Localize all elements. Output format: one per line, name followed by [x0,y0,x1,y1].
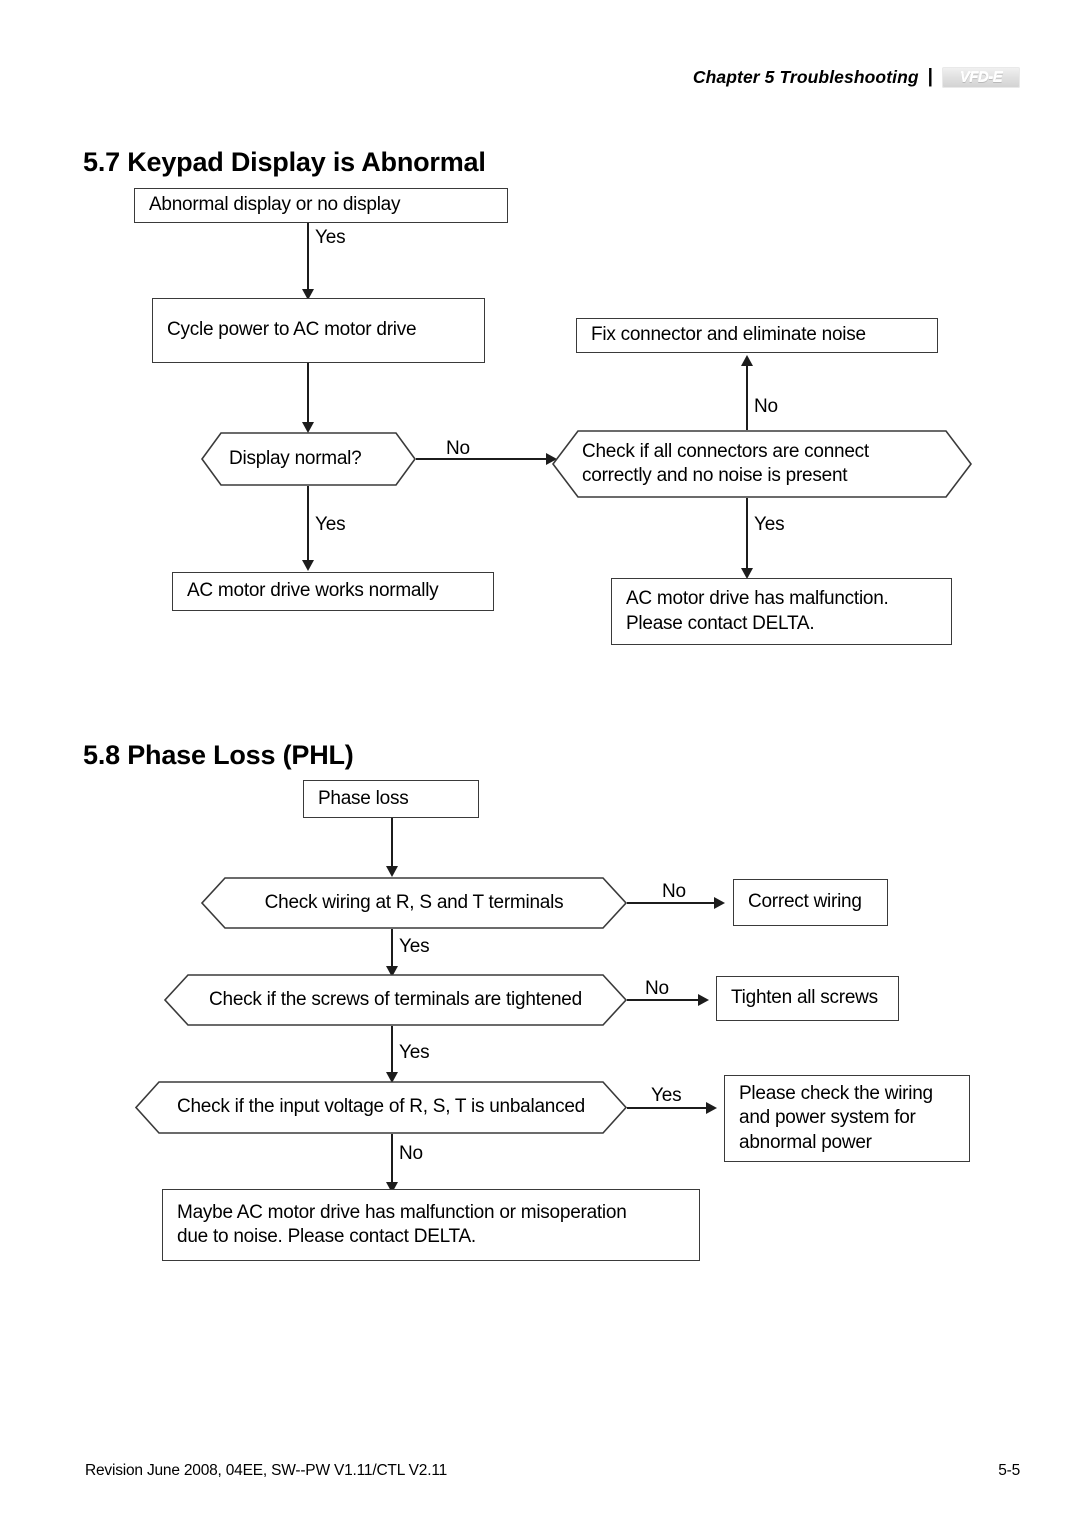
header-content: Chapter 5 Troubleshooting | VFD-E [693,66,1020,88]
edge-display-to-connectors [416,458,553,460]
edge-arrow-right [714,896,725,909]
node-check-connectors: Check if all connectors are connect corr… [552,430,972,498]
header-divider: | [927,66,933,87]
edge-voltage-to-maybe [391,1134,393,1189]
node-check-screws: Check if the screws of terminals are tig… [164,974,627,1026]
node-check-wiring: Check wiring at R, S and T terminals [201,877,627,929]
node-check-power-system: Please check the wiring and power system… [724,1075,970,1162]
node-label: Cycle power to AC motor drive [167,319,417,341]
edge-voltage-to-powersystem [627,1107,711,1109]
node-label: Phase loss [318,787,409,809]
edge-label-yes: Yes [315,514,346,535]
edge-arrow-right [698,993,709,1006]
node-label-line1: Please check the wiring [739,1083,933,1105]
edge-display-to-works [307,486,309,567]
edge-connectors-to-malfunction [746,498,748,575]
edge-connectors-to-fix [746,364,748,430]
node-label: AC motor drive has malfunction. Please c… [626,587,889,636]
node-display-normal: Display normal? [201,432,416,486]
edge-label-yes: Yes [754,514,785,535]
node-label: Check if the input voltage of R, S, T is… [177,1096,585,1118]
page-number: 5-5 [998,1462,1020,1479]
edge-label-no: No [446,438,470,459]
edge-label-no: No [754,396,778,417]
node-label: Tighten all screws [731,987,878,1009]
node-works-normally: AC motor drive works normally [172,572,494,611]
node-maybe-malfunction: Maybe AC motor drive has malfunction or … [162,1189,700,1261]
node-label: Check if the screws of terminals are tig… [209,988,582,1010]
node-label: AC motor drive works normally [187,580,439,602]
edge-abnormal-to-cycle [307,223,309,295]
node-has-malfunction: AC motor drive has malfunction. Please c… [611,578,952,645]
edge-arrow-down [385,866,398,877]
edge-label-yes: Yes [651,1085,682,1106]
edge-arrow-right [706,1101,717,1114]
edge-label-yes: Yes [399,1042,430,1063]
section-heading-5-8: 5.8 Phase Loss (PHL) [83,740,354,771]
edge-label-no: No [399,1143,423,1164]
section-heading-5-7: 5.7 Keypad Display is Abnormal [83,147,486,178]
node-phase-loss: Phase loss [303,780,479,818]
node-tighten-screws: Tighten all screws [716,976,899,1021]
edge-arrow-up [740,355,753,366]
node-label-line2: correctly and no noise is present [582,465,848,486]
edge-label-no: No [662,881,686,902]
revision-text: Revision June 2008, 04EE, SW--PW V1.11/C… [85,1462,448,1479]
page-header: Chapter 5 Troubleshooting | VFD-E [0,66,1080,100]
node-label: Check wiring at R, S and T terminals [264,891,564,913]
edge-arrow-down [301,560,314,571]
node-label: Check if all connectors are connect corr… [582,440,869,489]
node-label-line2: and power system for [739,1107,916,1129]
vfd-e-logo: VFD-E [942,66,1020,88]
node-label: Display normal? [229,447,362,469]
node-abnormal-display: Abnormal display or no display [134,188,508,223]
node-cycle-power: Cycle power to AC motor drive [152,298,485,363]
node-correct-wiring: Correct wiring [733,879,888,926]
node-label-line2: Please contact DELTA. [626,612,815,634]
node-label-line1: AC motor drive has malfunction. [626,588,889,610]
node-label: Correct wiring [748,891,862,913]
node-label-line1: Maybe AC motor drive has malfunction or … [177,1201,627,1223]
node-label: Maybe AC motor drive has malfunction or … [177,1201,627,1250]
edge-label-yes: Yes [399,936,430,957]
node-label-line1: Check if all connectors are connect [582,440,869,462]
node-label: Abnormal display or no display [149,194,401,216]
page-footer: Revision June 2008, 04EE, SW--PW V1.11/C… [0,1462,1080,1486]
edge-label-no: No [645,978,669,999]
node-label: Please check the wiring and power system… [739,1082,933,1155]
node-label-line2: due to noise. Please contact DELTA. [177,1226,476,1247]
edge-cycle-to-display [307,363,309,429]
node-fix-connector: Fix connector and eliminate noise [576,318,938,353]
edge-label-yes: Yes [315,227,346,248]
chapter-title: Chapter 5 Troubleshooting [692,66,919,87]
node-label-line3: abnormal power [739,1131,872,1153]
node-check-voltage: Check if the input voltage of R, S, T is… [135,1081,627,1134]
node-label: Fix connector and eliminate noise [591,324,866,346]
